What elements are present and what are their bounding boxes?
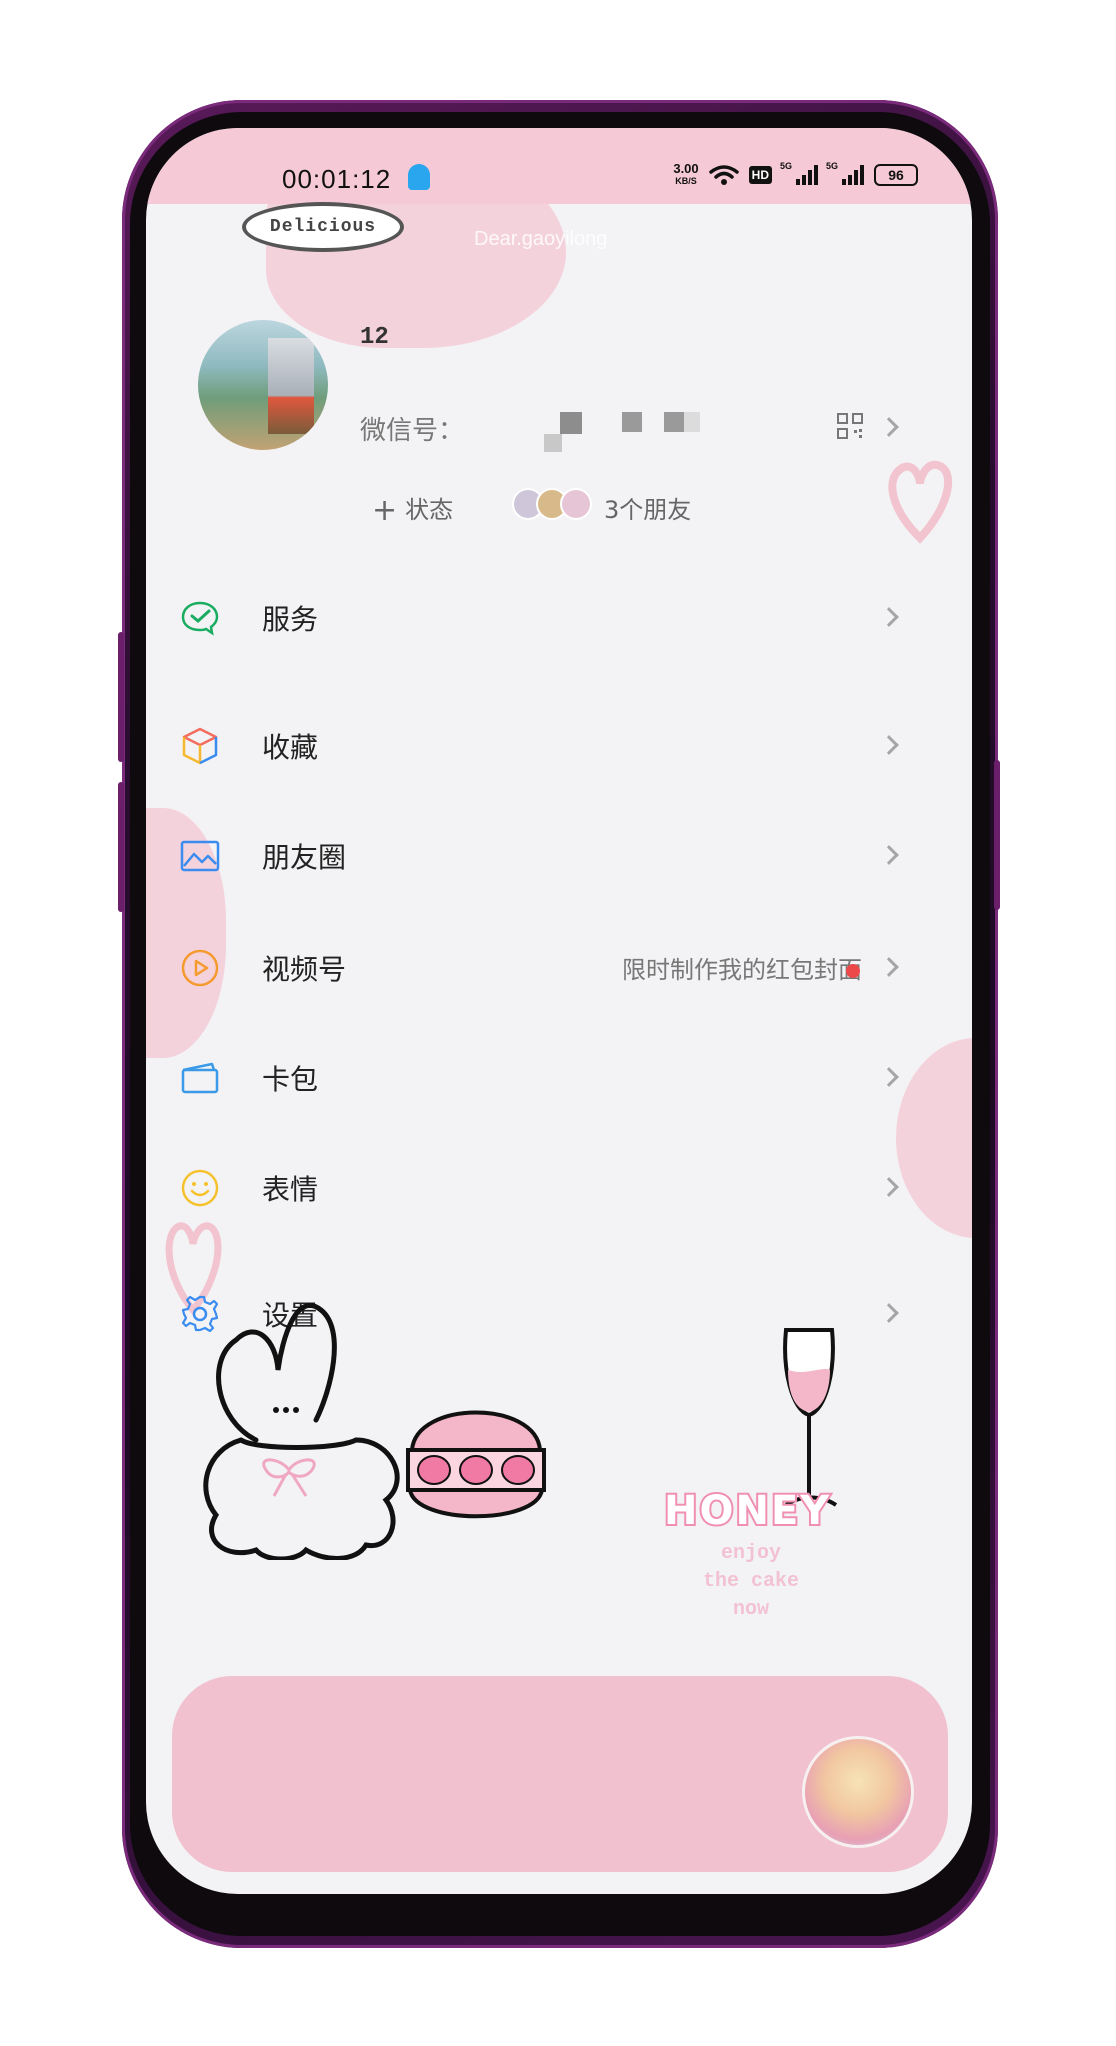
menu-label-stickers: 表情 — [262, 1173, 319, 1206]
chevron-right-icon — [879, 1177, 899, 1197]
signal-bar — [796, 179, 800, 185]
menu-item-services[interactable]: 服务 — [146, 578, 972, 658]
friends-count-text[interactable]: 3个朋友 — [604, 490, 691, 525]
wechat-pay-icon — [181, 601, 219, 636]
network-speed-unit: KB/S — [675, 176, 697, 186]
chevron-right-icon — [879, 1067, 899, 1087]
chevron-right-icon — [879, 607, 899, 627]
signal-label: 5G — [826, 161, 839, 171]
profile-chevron-icon[interactable] — [879, 417, 899, 437]
menu-label-services: 服务 — [262, 603, 319, 636]
wifi-icon — [708, 165, 739, 185]
wechat-id-mosaic — [560, 412, 582, 434]
chevron-right-icon — [879, 957, 899, 977]
signal-icon-1: 5G — [780, 161, 818, 185]
wechat-id-label: 微信号： — [360, 416, 465, 446]
delicious-badge: Delicious — [242, 202, 404, 252]
chevron-right-icon — [879, 845, 899, 865]
wechat-id-mosaic — [544, 434, 562, 452]
card-wallet-icon — [181, 1062, 219, 1094]
enjoy-line: now — [732, 1598, 769, 1621]
qr-code-icon[interactable] — [836, 412, 864, 440]
profile-avatar[interactable] — [198, 320, 328, 450]
menu-label-moments: 朋友圈 — [262, 841, 347, 874]
bunny-cake-illustration — [203, 1303, 838, 1560]
enjoy-text: enjoy the cake now — [686, 1540, 816, 1624]
signal-bar — [854, 170, 858, 185]
favorites-cube-icon — [182, 727, 218, 765]
signal-bar — [808, 170, 812, 185]
signal-bar — [860, 165, 864, 185]
honey-text: HONEY — [662, 1486, 832, 1536]
sailor-moon-avatar-button[interactable] — [802, 1736, 914, 1848]
wechat-me-screen: 00:01:12 3.00 KB/S HD 5G 5G 96 Delicious… — [146, 128, 972, 1894]
network-speed: 3.00 KB/S — [673, 162, 698, 188]
friends-avatars[interactable] — [512, 488, 592, 520]
qq-notification-icon — [408, 164, 430, 190]
menu-item-card-wallet[interactable]: 卡包 — [146, 1038, 972, 1118]
enjoy-line: enjoy — [720, 1542, 781, 1565]
new-badge-dot — [846, 964, 860, 978]
add-status-button[interactable]: + 状态 — [372, 490, 453, 528]
wechat-id-mosaic — [622, 412, 642, 432]
menu-label-card-wallet: 卡包 — [262, 1063, 319, 1096]
plus-icon: + — [372, 493, 398, 528]
volume-up-button — [118, 632, 124, 762]
menu-item-favorites[interactable]: 收藏 — [146, 706, 972, 786]
menu-label-favorites: 收藏 — [262, 731, 319, 764]
menu-item-stickers[interactable]: 表情 — [146, 1148, 972, 1228]
add-status-label: 状态 — [405, 496, 454, 524]
enjoy-line: the cake — [702, 1570, 799, 1593]
signal-icon-2: 5G — [826, 161, 864, 185]
hd-voice-badge: HD — [748, 166, 772, 184]
network-speed-value: 3.00 — [673, 161, 699, 176]
wechat-id-mosaic — [684, 412, 700, 432]
friend-avatar — [560, 488, 592, 520]
channels-play-icon — [181, 949, 219, 987]
sticker-smile-icon — [181, 1169, 219, 1207]
power-button — [994, 760, 1000, 910]
menu-item-moments[interactable]: 朋友圈 — [146, 816, 972, 896]
menu-label-channels: 视频号 — [262, 953, 347, 986]
signal-label: 5G — [780, 161, 793, 171]
signal-bar — [802, 175, 806, 185]
menu-item-channels[interactable]: 视频号 限时制作我的红包封面 — [146, 928, 972, 1008]
wechat-id-mosaic — [664, 412, 684, 432]
signal-bar — [814, 165, 818, 185]
profile-nickname[interactable]: 12 — [360, 324, 389, 351]
battery-icon: 96 — [874, 164, 918, 186]
status-icons: 3.00 KB/S HD 5G 5G 96 — [673, 161, 918, 188]
watermark-text: Dear.gaoyilong — [474, 228, 608, 250]
heart-doodle-icon — [888, 460, 953, 544]
signal-bar — [842, 179, 846, 185]
chevron-right-icon — [879, 735, 899, 755]
red-packet-promo-text: 限时制作我的红包封面 — [622, 956, 862, 984]
status-time: 00:01:12 — [282, 164, 392, 194]
volume-down-button — [118, 782, 124, 912]
moments-image-icon — [180, 840, 220, 872]
signal-bar — [848, 175, 852, 185]
